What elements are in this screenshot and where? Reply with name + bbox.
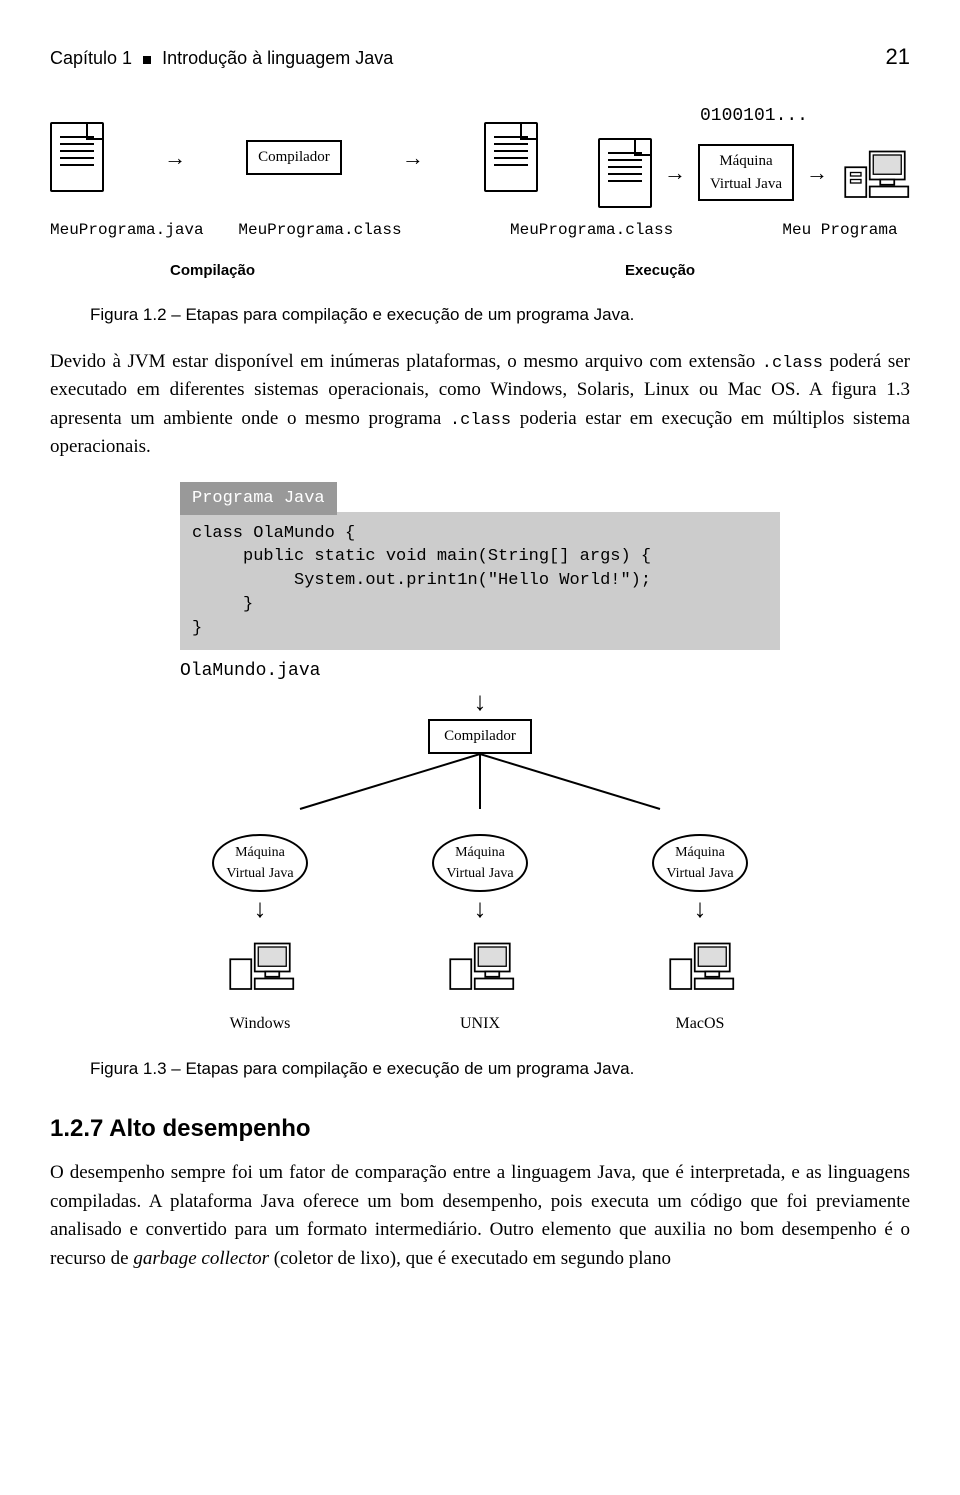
p1-mono-2: .class (450, 411, 511, 430)
jvm-label-1: Máquina (710, 150, 782, 173)
jvm-text-1: Máquina (666, 842, 733, 863)
program-code: class OlaMundo { public static void main… (180, 512, 780, 651)
jvm-row: Máquina Virtual Java ↓ Windows Máquina V… (185, 834, 775, 1036)
p2-italic: garbage collector (133, 1248, 269, 1269)
arrow-icon: → (402, 141, 424, 174)
computer-icon (445, 926, 515, 1004)
chapter-label: Capítulo 1 Introdução à linguagem Java (50, 45, 393, 72)
paragraph-1: Devido à JVM estar disponível em inúmera… (50, 348, 910, 462)
class-doc-icon-2 (598, 138, 652, 208)
program-tab: Programa Java (180, 482, 337, 516)
program-box: Programa Java class OlaMundo { public st… (180, 482, 780, 686)
down-arrow-icon: ↓ (474, 896, 487, 922)
binary-label: 0100101... (700, 103, 808, 130)
compile-label: Compilação (170, 260, 255, 283)
down-arrow-icon: ↓ (474, 689, 487, 715)
jvm-box: Máquina Virtual Java (698, 144, 794, 201)
jvm-cell-1: Máquina Virtual Java ↓ Windows (185, 834, 335, 1036)
code-line: System.out.print1n("Hello World!"); (192, 571, 651, 590)
computer-icon (225, 926, 295, 1004)
jvm-ellipse: Máquina Virtual Java (432, 834, 527, 892)
program-file-label: OlaMundo.java (180, 658, 780, 685)
jvm-ellipse: Máquina Virtual Java (212, 834, 307, 892)
execute-label: Execução (625, 260, 695, 283)
jvm-ellipse: Máquina Virtual Java (652, 834, 747, 892)
chapter-title-text: Introdução à linguagem Java (162, 48, 393, 68)
down-arrow-icon: ↓ (694, 896, 707, 922)
figure-1-3-caption: Figura 1.3 – Etapas para compilação e ex… (90, 1056, 910, 1082)
os-label-unix: UNIX (460, 1012, 500, 1036)
p1-mono-1: .class (762, 354, 823, 373)
compiler-box-2: Compilador (428, 719, 532, 754)
figure-1-2: → Compilador → 0100101... → Máquina Virt… (50, 103, 910, 282)
page-number: 21 (886, 40, 910, 73)
figure-1-3: Programa Java class OlaMundo { public st… (50, 482, 910, 1036)
class-doc-icon (484, 122, 538, 192)
compiler-box: Compilador (246, 140, 342, 175)
code-line: } (192, 619, 202, 638)
code-line: class OlaMundo { (192, 524, 355, 543)
fan-lines-icon (240, 754, 720, 822)
square-icon (143, 56, 151, 64)
code-line: } (192, 595, 253, 614)
arrow-icon: → (164, 141, 186, 174)
p2-text-2: (coletor de lixo), que é executado em se… (269, 1248, 671, 1269)
jvm-label-2: Virtual Java (710, 173, 782, 196)
figure-1-2-caption: Figura 1.2 – Etapas para compilação e ex… (90, 302, 910, 328)
computer-icon (665, 926, 735, 1004)
program-label: Meu Programa (770, 218, 910, 242)
source-doc-icon (50, 122, 104, 192)
chapter-num: Capítulo 1 (50, 48, 132, 68)
jvm-text-2: Virtual Java (226, 863, 293, 884)
arrow-icon: → (664, 156, 686, 189)
file-source-label: MeuPrograma.java (50, 218, 130, 242)
jvm-text-2: Virtual Java (666, 863, 733, 884)
p1-text-1: Devido à JVM estar disponível em inúmera… (50, 351, 762, 372)
paragraph-2: O desempenho sempre foi um fator de comp… (50, 1159, 910, 1273)
os-label-windows: Windows (230, 1012, 291, 1036)
jvm-text-1: Máquina (226, 842, 293, 863)
computer-icon (840, 134, 910, 212)
jvm-text-2: Virtual Java (446, 863, 513, 884)
file-class-label-2: MeuPrograma.class (510, 218, 670, 242)
section-heading: 1.2.7 Alto desempenho (50, 1111, 910, 1147)
arrow-icon: → (806, 156, 828, 189)
code-line: public static void main(String[] args) { (192, 547, 651, 566)
page-header: Capítulo 1 Introdução à linguagem Java 2… (50, 40, 910, 73)
jvm-text-1: Máquina (446, 842, 513, 863)
jvm-cell-3: Máquina Virtual Java ↓ MacOS (625, 834, 775, 1036)
down-arrow-icon: ↓ (254, 896, 267, 922)
jvm-cell-2: Máquina Virtual Java ↓ UNIX (405, 834, 555, 1036)
file-class-label-1: MeuPrograma.class (230, 218, 410, 242)
os-label-macos: MacOS (676, 1012, 725, 1036)
